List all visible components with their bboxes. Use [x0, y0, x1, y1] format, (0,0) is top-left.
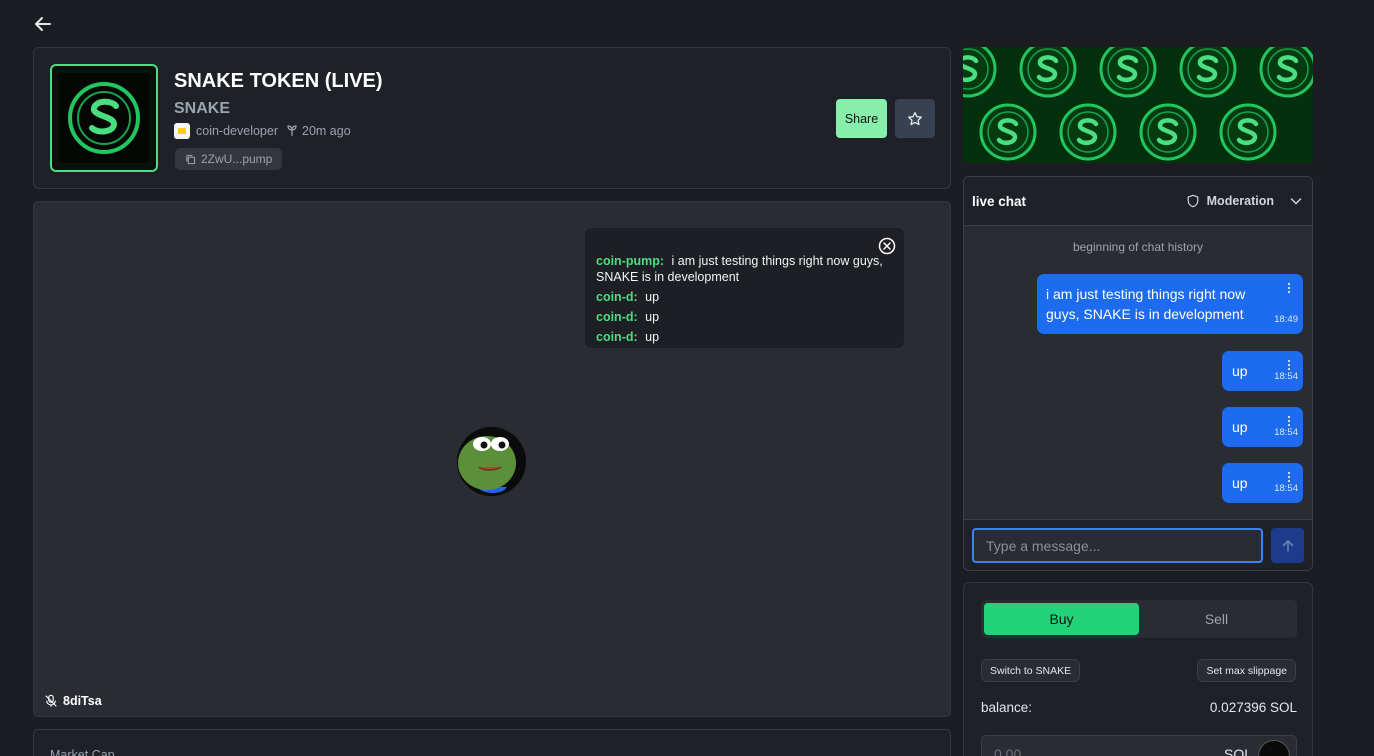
sell-tab[interactable]: Sell — [1139, 603, 1294, 635]
buy-tab[interactable]: Buy — [984, 603, 1139, 635]
balance-value: 0.027396 SOL — [1209, 700, 1297, 715]
share-button[interactable]: Share — [836, 99, 887, 138]
overlay-message: coin-pump: i am just testing things righ… — [596, 254, 883, 284]
chat-message[interactable]: up 18:54 — [1222, 463, 1303, 503]
close-circle-icon — [878, 237, 896, 255]
snake-coin-pattern-icon — [963, 47, 1313, 163]
chat-message[interactable]: up 18:54 — [1222, 351, 1303, 391]
chat-message[interactable]: up 18:54 — [1222, 407, 1303, 447]
balance-row: balance: 0.027396 SOL — [981, 700, 1297, 715]
live-chat-panel: live chat Moderation beginning of chat h… — [963, 176, 1313, 571]
chat-header: live chat Moderation — [964, 177, 1312, 226]
contract-address-copy[interactable]: 2ZwU...pump — [175, 148, 283, 170]
shield-icon — [1187, 194, 1199, 208]
message-time: 18:49 — [1274, 314, 1298, 325]
more-options-icon[interactable] — [1284, 282, 1294, 294]
chat-input-area — [964, 519, 1312, 570]
send-message-button[interactable] — [1271, 528, 1304, 563]
close-overlay-button[interactable] — [878, 237, 896, 255]
contract-address: 2ZwU...pump — [201, 152, 273, 166]
overlay-message: coin-d: up — [596, 290, 660, 304]
copy-icon — [186, 154, 196, 164]
overlay-message: coin-d: up — [596, 330, 660, 344]
moderation-button[interactable]: Moderation — [1186, 194, 1274, 208]
snake-coin-icon — [68, 82, 140, 154]
token-age: 20m ago — [286, 124, 351, 138]
overlay-message: coin-d: up — [596, 310, 660, 324]
chat-title: live chat — [972, 193, 1027, 209]
chat-message-input[interactable] — [972, 528, 1263, 563]
token-logo — [50, 64, 158, 172]
trade-tabs: Buy Sell — [981, 600, 1297, 638]
sprout-icon — [287, 125, 297, 136]
stream-label: 8diTsa — [44, 694, 102, 708]
market-cap-label: Market Cap — [50, 748, 115, 756]
token-ticker: SNAKE — [174, 100, 231, 117]
amount-field[interactable]: 0.00 SOL — [981, 735, 1297, 756]
livestream-view[interactable]: coin-pump: i am just testing things righ… — [33, 201, 951, 717]
favorite-button[interactable] — [895, 99, 935, 138]
message-time: 18:54 — [1274, 371, 1298, 382]
back-button[interactable] — [32, 13, 54, 35]
token-header-card: SNAKE TOKEN (LIVE) SNAKE coin-developer … — [33, 47, 951, 189]
streamer-avatar — [457, 427, 526, 496]
frog-avatar-icon — [457, 427, 526, 496]
trade-panel: Buy Sell Switch to SNAKE Set max slippag… — [963, 582, 1313, 756]
star-icon — [908, 111, 922, 125]
chat-message[interactable]: i am just testing things right now guys,… — [1037, 274, 1303, 334]
set-slippage-button[interactable]: Set max slippage — [1197, 659, 1296, 682]
token-title: SNAKE TOKEN (LIVE) — [174, 70, 383, 92]
balance-label: balance: — [981, 700, 1033, 715]
arrow-up-icon — [1282, 539, 1293, 552]
token-banner — [963, 47, 1313, 163]
message-time: 18:54 — [1274, 483, 1298, 494]
chevron-down-icon[interactable] — [1288, 193, 1304, 209]
market-cap-card: Market Cap — [33, 729, 951, 756]
amount-unit: SOL — [1223, 746, 1252, 756]
chat-history-note: beginning of chat history — [1072, 240, 1204, 254]
message-time: 18:54 — [1274, 427, 1298, 438]
arrow-left-icon — [35, 17, 51, 31]
switch-token-button[interactable]: Switch to SNAKE — [981, 659, 1081, 682]
creator-avatar[interactable] — [174, 123, 190, 139]
streamer-name: 8diTsa — [63, 694, 102, 708]
mic-off-icon[interactable] — [44, 694, 58, 708]
stream-chat-overlay: coin-pump: i am just testing things righ… — [585, 228, 904, 348]
amount-input[interactable]: 0.00 — [994, 746, 1021, 756]
creator-name[interactable]: coin-developer — [196, 124, 278, 138]
solana-icon — [1258, 740, 1290, 756]
creator-row: coin-developer 20m ago — [174, 123, 351, 139]
